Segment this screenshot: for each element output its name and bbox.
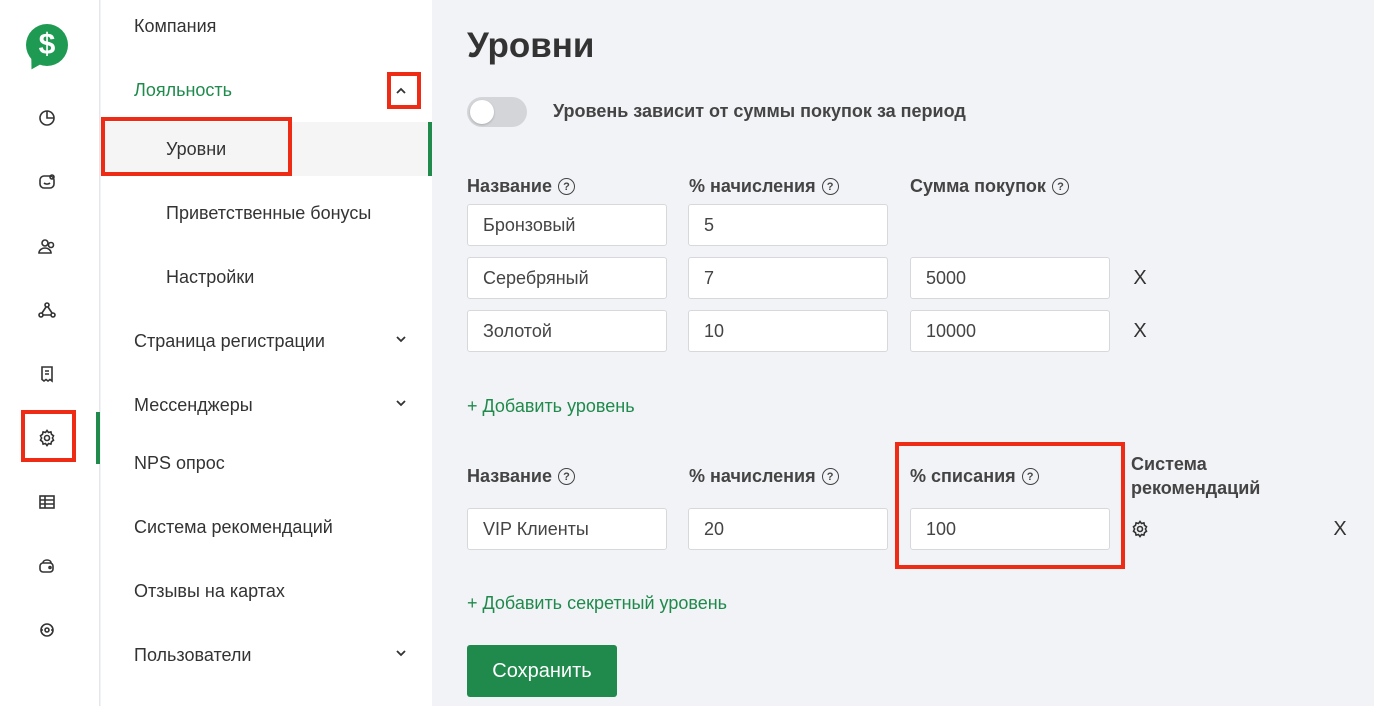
analytics-icon[interactable]: [36, 107, 58, 129]
remove-secret-level-icon[interactable]: X: [1330, 518, 1350, 541]
levels-header-accrual: % начисления ?: [689, 176, 839, 197]
secret-level-name-input[interactable]: VIP Клиенты: [467, 508, 667, 550]
highlight-writeoff-column: [895, 442, 1125, 569]
help-icon[interactable]: ?: [557, 178, 575, 195]
chevron-down-icon[interactable]: [394, 396, 410, 412]
header-label: Сумма покупок: [910, 176, 1046, 196]
help-icon[interactable]: ?: [1051, 178, 1069, 195]
wallet-icon[interactable]: [36, 555, 58, 577]
refresh-icon[interactable]: [36, 619, 58, 641]
header-label: % начисления: [689, 176, 816, 196]
level-accrual-input[interactable]: 10: [688, 310, 888, 352]
help-icon[interactable]: ?: [821, 178, 839, 195]
secret-header-accrual: % начисления ?: [689, 466, 839, 487]
chevron-down-icon[interactable]: [394, 646, 410, 662]
header-label: % начисления: [689, 466, 816, 486]
period-dependency-toggle[interactable]: [467, 97, 527, 127]
settings-nav: Компания Лояльность Уровни Приветственны…: [101, 0, 432, 706]
nav-item-referral[interactable]: Система рекомендаций: [134, 517, 333, 538]
table-icon[interactable]: [36, 491, 58, 513]
app-logo[interactable]: $: [26, 24, 68, 66]
nav-item-company[interactable]: Компания: [134, 16, 216, 37]
nav-item-loyalty[interactable]: Лояльность: [134, 80, 232, 101]
chevron-down-icon[interactable]: [394, 332, 410, 348]
help-icon[interactable]: ?: [557, 468, 575, 485]
remove-level-icon[interactable]: X: [1130, 320, 1150, 343]
level-name-input[interactable]: Бронзовый: [467, 204, 667, 246]
levels-header-name: Название ?: [467, 176, 575, 197]
nav-item-settings[interactable]: Настройки: [166, 267, 254, 288]
level-name-input[interactable]: Серебряный: [467, 257, 667, 299]
icon-rail: $: [0, 0, 100, 706]
level-accrual-input[interactable]: 7: [688, 257, 888, 299]
nav-item-map-reviews[interactable]: Отзывы на картах: [134, 581, 285, 602]
nav-item-users[interactable]: Пользователи: [134, 645, 251, 666]
add-level-link[interactable]: + Добавить уровень: [467, 396, 635, 417]
levels-header-purchase-sum: Сумма покупок ?: [910, 176, 1069, 197]
secret-header-name: Название ?: [467, 466, 575, 487]
header-label: Название: [467, 466, 552, 486]
nav-item-nps[interactable]: NPS опрос: [134, 453, 225, 474]
highlight-collapse-chevron: [387, 72, 421, 109]
add-secret-level-link[interactable]: + Добавить секретный уровень: [467, 593, 727, 614]
level-accrual-input[interactable]: 5: [688, 204, 888, 246]
users-icon[interactable]: [36, 235, 58, 257]
page-title: Уровни: [467, 26, 595, 65]
remove-level-icon[interactable]: X: [1130, 267, 1150, 290]
toggle-label: Уровень зависит от суммы покупок за пери…: [553, 101, 966, 121]
gear-icon[interactable]: [1130, 519, 1150, 544]
network-icon[interactable]: [36, 299, 58, 321]
highlight-levels-item: [101, 117, 292, 176]
level-purchase-sum-input[interactable]: 10000: [910, 310, 1110, 352]
highlight-settings-icon: [21, 410, 76, 462]
nav-item-messengers[interactable]: Мессенджеры: [134, 395, 253, 416]
secret-level-accrual-input[interactable]: 20: [688, 508, 888, 550]
help-icon[interactable]: ?: [821, 468, 839, 485]
levels-page: Уровни Уровень зависит от суммы покупок …: [432, 0, 1374, 706]
nav-item-welcome-bonuses[interactable]: Приветственные бонусы: [166, 203, 371, 224]
receipt-icon[interactable]: [36, 363, 58, 385]
level-name-input[interactable]: Золотой: [467, 310, 667, 352]
save-button[interactable]: Сохранить: [467, 645, 617, 697]
secret-header-referral: Система рекомендаций: [1131, 454, 1261, 498]
level-purchase-sum-input[interactable]: 5000: [910, 257, 1110, 299]
rail-active-indicator: [96, 412, 100, 464]
nav-item-registration-page[interactable]: Страница регистрации: [134, 331, 325, 352]
chat-icon[interactable]: [36, 171, 58, 193]
header-label: Название: [467, 176, 552, 196]
